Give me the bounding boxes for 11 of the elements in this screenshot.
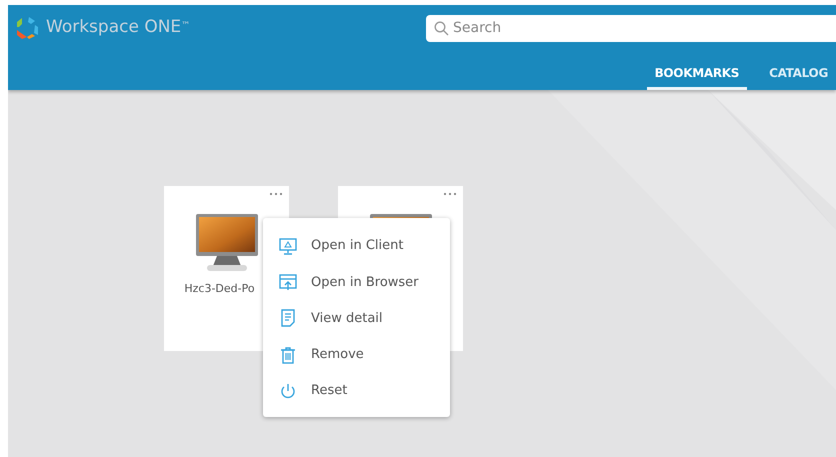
menu-item[interactable]: Reset [263, 372, 450, 409]
logo-icon [14, 15, 40, 41]
monitor-icon [278, 236, 298, 256]
trash-icon [278, 344, 298, 365]
search-field[interactable]: Search [426, 14, 836, 42]
browser-icon [278, 272, 298, 292]
more-icon[interactable] [443, 192, 457, 196]
card-title: Hzc3-Ded-Po [184, 281, 255, 297]
more-icon[interactable] [269, 192, 283, 196]
logo-text: Workspace ONE$^{™}$ [46, 16, 190, 40]
monitor-icon [194, 213, 258, 273]
